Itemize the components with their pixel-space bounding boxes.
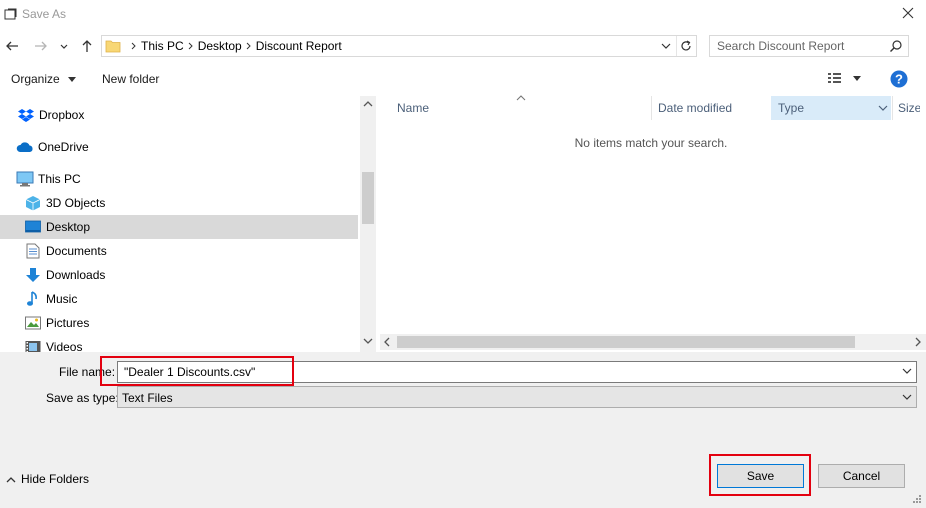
window-title: Save As [22,7,67,21]
save-as-type-value: Text Files [122,391,173,405]
column-header-label: Size [898,101,922,115]
scroll-left-chevron-icon[interactable] [383,337,391,347]
nav-item-3d-objects[interactable]: 3D Objects [0,191,358,215]
save-button-highlight-box [709,454,811,496]
change-view-button[interactable] [828,72,862,87]
nav-item-label: Desktop [46,220,91,234]
chevron-right-icon[interactable] [242,40,256,52]
title-bar: Save As [0,0,926,30]
save-as-app-icon [4,8,17,20]
nav-item-label: This PC [38,172,81,186]
nav-item-pictures[interactable]: Pictures [0,311,358,335]
search-input[interactable] [710,36,885,56]
search-icon[interactable] [889,39,903,53]
column-header-type[interactable]: Type [771,96,891,120]
onedrive-cloud-icon [16,138,34,156]
column-divider[interactable] [651,96,652,120]
column-header-date-modified[interactable]: Date modified [658,96,770,120]
command-bar: Organize New folder ? [0,64,926,94]
chevron-down-icon[interactable] [902,368,912,375]
nav-item-label: Pictures [46,316,90,330]
column-header-name[interactable]: Name [397,96,647,120]
nav-item-label: Music [46,292,78,306]
back-arrow-icon[interactable] [4,38,20,54]
chevron-right-icon[interactable] [127,40,141,52]
breadcrumb-desktop[interactable]: Desktop [198,39,242,53]
scroll-up-chevron-icon[interactable] [363,100,373,108]
nav-item-label: OneDrive [38,140,89,154]
nav-item-onedrive[interactable]: OneDrive [0,135,358,159]
breadcrumb-discount-report[interactable]: Discount Report [256,39,342,53]
caret-down-icon [68,77,77,83]
column-header-label: Date modified [658,101,733,115]
scrollbar-thumb[interactable] [397,336,855,348]
breadcrumb-this-pc[interactable]: This PC [141,39,184,53]
desktop-icon [24,218,42,236]
cube-icon [24,194,42,212]
cancel-button[interactable]: Cancel [818,464,905,488]
empty-results-message: No items match your search. [574,136,728,150]
nav-item-music[interactable]: Music [0,287,358,311]
column-header-label: Name [397,101,430,115]
scroll-down-chevron-icon[interactable] [363,337,373,345]
nav-item-label: Videos [46,340,83,352]
window-edge [920,94,926,352]
breadcrumb: This PC Desktop Discount Report [127,39,342,53]
chevron-down-icon[interactable] [902,394,912,401]
nav-item-label: Downloads [46,268,106,282]
address-row: This PC Desktop Discount Report [0,32,926,60]
new-folder-button[interactable]: New folder [102,72,159,86]
folder-icon [105,40,121,53]
computer-icon [16,170,34,188]
column-divider[interactable] [892,96,893,120]
column-filter-chevron-icon[interactable] [878,105,888,112]
address-divider [676,36,677,56]
address-dropdown-chevron-icon[interactable] [660,41,672,51]
hide-folders-label: Hide Folders [21,472,90,486]
file-name-highlight-box [100,356,294,386]
column-header-label: Type [778,101,805,115]
film-icon [24,338,42,352]
save-as-type-select[interactable]: Text Files [117,386,917,408]
save-as-type-label: Save as type: [46,391,119,405]
up-arrow-icon[interactable] [79,38,95,54]
nav-item-this-pc[interactable]: This PC [0,167,358,191]
dropbox-icon [17,106,35,124]
chevron-right-icon[interactable] [184,40,198,52]
nav-item-desktop[interactable]: Desktop [0,215,358,239]
file-list-pane[interactable]: Name Date modified Type Size No items ma… [380,95,926,352]
nav-item-videos[interactable]: Videos [0,335,358,352]
nav-item-documents[interactable]: Documents [0,239,358,263]
navigation-pane: Dropbox OneDrive This PC 3D Objects Desk… [0,96,360,352]
search-box[interactable] [709,35,909,57]
scrollbar-thumb[interactable] [362,172,374,224]
nav-item-label: Documents [46,244,107,258]
recent-locations-chevron-icon[interactable] [58,38,70,54]
forward-arrow-icon[interactable] [33,38,49,54]
music-note-icon [24,290,42,308]
save-options-panel: File name: Save as type: Text Files Hide… [0,352,926,508]
svg-text:?: ? [895,72,903,87]
close-icon[interactable] [900,5,916,21]
organize-label: Organize [11,72,60,86]
view-list-icon [828,73,861,83]
address-bar[interactable]: This PC Desktop Discount Report [101,35,697,57]
resize-grip-icon[interactable] [912,494,922,504]
pictures-icon [24,314,42,332]
refresh-icon[interactable] [679,39,693,53]
download-arrow-icon [24,266,42,284]
hide-folders-toggle[interactable]: Hide Folders [6,472,89,486]
nav-item-dropbox[interactable]: Dropbox [0,103,358,127]
chevron-up-icon [6,476,16,482]
help-icon[interactable]: ? [890,70,908,88]
navigation-scrollbar[interactable] [360,96,376,352]
file-list-horizontal-scrollbar[interactable] [380,334,926,350]
document-icon [24,242,42,260]
organize-menu-button[interactable]: Organize [11,72,77,86]
nav-item-label: 3D Objects [46,196,106,210]
nav-item-label: Dropbox [39,108,85,122]
scroll-right-chevron-icon[interactable] [914,337,922,347]
nav-item-downloads[interactable]: Downloads [0,263,358,287]
